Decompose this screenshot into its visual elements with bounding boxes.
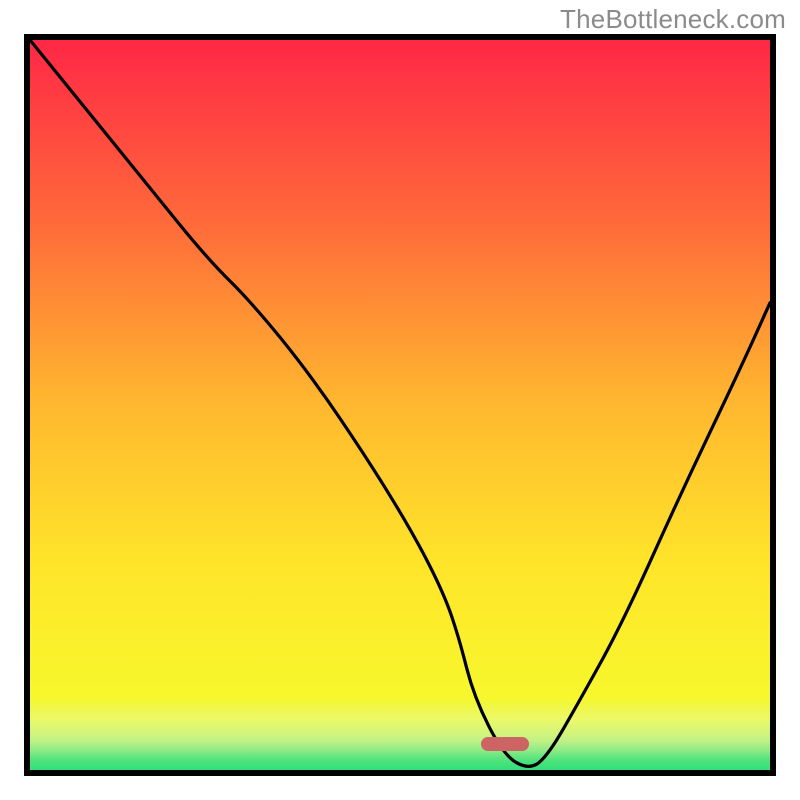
chart-root: TheBottleneck.com — [0, 0, 800, 800]
optimal-marker — [481, 737, 529, 751]
bottleneck-curve — [30, 40, 770, 770]
plot-frame — [24, 34, 776, 776]
curve-path — [30, 40, 770, 766]
watermark-text: TheBottleneck.com — [560, 4, 786, 35]
plot-area — [30, 40, 770, 770]
